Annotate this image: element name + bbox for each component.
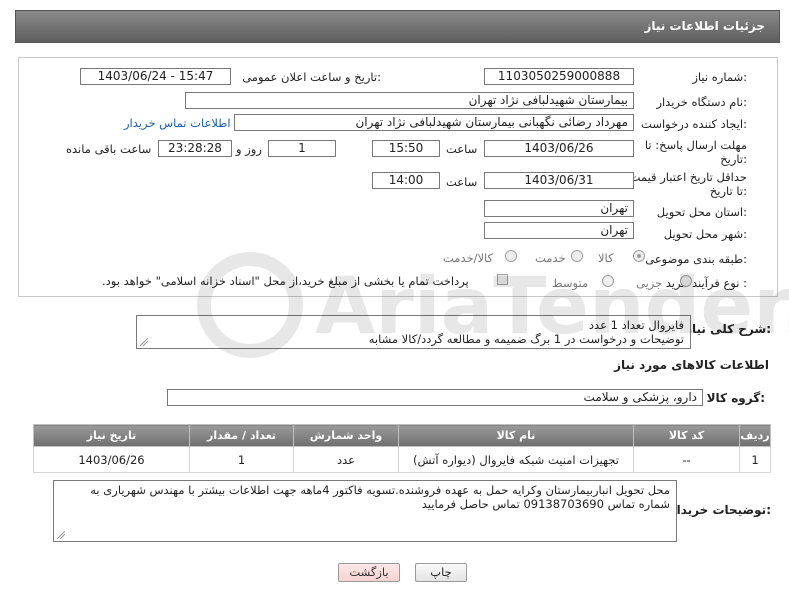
category-service-radio[interactable] (571, 250, 583, 262)
col-quantity-header: تعداد / مقدار (189, 424, 294, 447)
category-goods-radio[interactable] (633, 250, 645, 262)
goods-group-label: گروه کالا: (706, 391, 765, 405)
print-button[interactable]: چاپ (415, 563, 467, 582)
page-header: جزئیات اطلاعات نیاز (15, 10, 780, 43)
price-validity-time-field[interactable]: 14:00 (372, 172, 440, 189)
remaining-time-label: ساعت باقی مانده (66, 142, 152, 156)
province-label: استان محل تحویل: (656, 205, 747, 219)
cell-quantity: 1 (189, 446, 294, 473)
need-number-field[interactable]: 1103050259000888 (484, 68, 634, 85)
description-line-1: فایروال تعداد 1 عدد (588, 318, 684, 332)
reply-date-field[interactable]: 1403/06/26 (484, 140, 634, 157)
cell-name: تجهیزات امنیت شبکه فایروال (دیواره آتش) (398, 446, 634, 473)
col-row-header: ردیف (739, 424, 771, 447)
description-label: شرح کلی نیاز: (685, 322, 771, 336)
category-label: طبقه بندی موضوعی: (645, 252, 747, 266)
table-row[interactable]: 1 -- تجهیزات امنیت شبکه فایروال (دیواره … (33, 446, 771, 473)
description-line-2: توضیحات و درخواست در 1 برگ ضمیمه و مطالع… (368, 332, 684, 346)
province-field[interactable]: تهران (484, 200, 634, 217)
process-medium-radio[interactable] (602, 275, 614, 287)
process-minor-label: جزیی (636, 276, 663, 290)
category-goods-label: کالا (598, 251, 614, 265)
announce-datetime-field[interactable]: 1403/06/24 - 15:47 (80, 68, 231, 85)
city-label: شهر محل تحویل: (663, 227, 747, 241)
goods-table: ردیف کد کالا نام کالا واحد شمارش تعداد /… (33, 424, 771, 473)
buyer-contact-link[interactable]: اطلاعات تماس خریدار (124, 116, 231, 130)
process-minor-radio[interactable] (680, 275, 692, 287)
need-number-label: شماره نیاز: (692, 70, 747, 84)
resize-handle-icon[interactable] (140, 338, 148, 346)
col-name-header: نام کالا (398, 424, 634, 447)
reply-time-label: ساعت (446, 142, 478, 156)
remaining-days-field[interactable]: 1 (268, 140, 336, 157)
days-and-label: روز و (236, 142, 262, 156)
buyer-org-label: نام دستگاه خریدار: (656, 95, 747, 109)
cell-unit: عدد (293, 446, 399, 473)
table-header-row: ردیف کد کالا نام کالا واحد شمارش تعداد /… (33, 424, 771, 447)
goods-group-field[interactable]: دارو، پزشکی و سلامت (167, 389, 703, 406)
treasury-note: پرداخت تمام یا بخشی از مبلغ خرید،از محل … (102, 274, 469, 288)
remaining-time-field[interactable]: 23:28:28 (158, 140, 232, 157)
requester-field[interactable]: مهرداد رضائی نگهبانی بیمارستان شهیدلبافی… (234, 114, 634, 131)
buyer-org-field[interactable]: بیمارستان شهیدلبافی نژاد تهران (185, 92, 634, 109)
buyer-notes-textarea[interactable]: محل تحویل انباربیمارستان وکرایه حمل به ع… (53, 480, 677, 542)
category-service-label: خدمت (535, 251, 566, 265)
process-medium-label: متوسط (552, 276, 589, 290)
price-validity-label: حداقل تاریخ اعتبار قیمت: تا تاریخ: (625, 170, 747, 198)
process-type-label: نوع فرآیند خرید : (665, 276, 747, 290)
col-unit-header: واحد شمارش (293, 424, 399, 447)
cell-code: -- (633, 446, 740, 473)
page-title: جزئیات اطلاعات نیاز (644, 19, 765, 33)
cell-date: 1403/06/26 (33, 446, 190, 473)
category-goods-service-radio[interactable] (505, 250, 517, 262)
requester-label: ایجاد کننده درخواست: (641, 117, 747, 131)
buyer-notes-text: محل تحویل انباربیمارستان وکرایه حمل به ع… (90, 483, 670, 511)
price-validity-time-label: ساعت (446, 175, 478, 189)
description-textarea[interactable]: فایروال تعداد 1 عدد توضیحات و درخواست در… (136, 315, 691, 349)
treasury-checkbox[interactable] (497, 274, 508, 285)
col-date-header: تاریخ نیاز (33, 424, 190, 447)
buyer-notes-label: توضیحات خریدار: (669, 503, 771, 517)
reply-time-field[interactable]: 15:50 (372, 140, 440, 157)
back-button[interactable]: بازگشت (338, 563, 400, 582)
reply-deadline-label: مهلت ارسال پاسخ: تا تاریخ: (644, 138, 747, 166)
goods-section-title: اطلاعات کالاهای مورد نیاز (614, 358, 769, 372)
col-code-header: کد کالا (633, 424, 740, 447)
announce-datetime-label: تاریخ و ساعت اعلان عمومی: (242, 70, 381, 84)
category-goods-service-label: کالا/خدمت (443, 251, 494, 265)
cell-row: 1 (739, 446, 771, 473)
price-validity-date-field[interactable]: 1403/06/31 (484, 172, 634, 189)
resize-handle-icon[interactable] (57, 531, 65, 539)
city-field[interactable]: تهران (484, 222, 634, 239)
